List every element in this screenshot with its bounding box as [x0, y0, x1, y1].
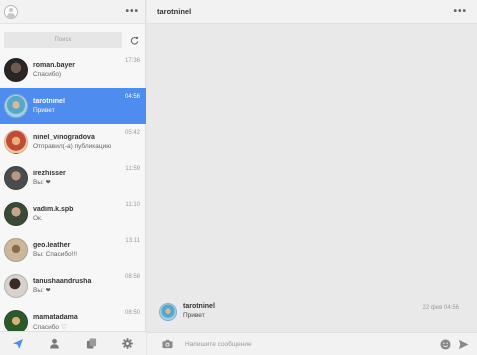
chat-name: irezhisser [33, 170, 66, 177]
bottom-nav [0, 331, 146, 355]
avatar [4, 94, 28, 118]
my-avatar[interactable] [4, 4, 18, 19]
chat-list: roman.bayer Спасибо) 17:36 tarotninel Пр… [0, 52, 146, 333]
chat-item[interactable]: vadim.k.spb Ок. 11:10 [0, 196, 146, 232]
chat-name: vadim.k.spb [33, 206, 74, 213]
chat-time: 11:59 [125, 166, 140, 172]
avatar [4, 202, 28, 226]
chat-time: 08:58 [124, 274, 140, 280]
chat-last-message: Вы: ❤ [33, 287, 140, 294]
message-area: tarotninel Привет 22 фев 04:56 [147, 24, 477, 332]
chat-item[interactable]: geo.leather Вы: Спасибо!!! 13:11 [0, 232, 146, 268]
conversation-pane: tarotninel ••• tarotninel Привет 22 фев … [147, 0, 477, 355]
chat-name: roman.bayer [33, 62, 76, 69]
chat-last-message: Вы: ❤ [33, 179, 140, 186]
heart-icon: ❤ [45, 180, 51, 186]
chat-last-message: Привет [33, 107, 55, 114]
search-row: Поиск [0, 28, 145, 52]
search-input[interactable]: Поиск [4, 32, 122, 48]
chat-item[interactable]: roman.bayer Спасибо) 17:36 [0, 52, 146, 88]
copy-icon[interactable] [84, 337, 98, 351]
profile-icon[interactable] [48, 337, 62, 351]
chat-name: tarotninel [33, 98, 65, 105]
message-time: 22 фев 04:56 [422, 305, 459, 311]
sidebar-menu-button[interactable]: ••• [125, 6, 139, 17]
send-button-icon[interactable] [457, 338, 469, 350]
sidebar-header: ••• [0, 0, 145, 24]
chat-item[interactable]: ninel_vinogradova Отправил(-а) публикаци… [0, 124, 146, 160]
conversation-title: tarotninel [157, 7, 192, 16]
chat-item-active[interactable]: tarotninel Привет 04:56 [0, 88, 146, 124]
message-text: Привет [183, 312, 205, 319]
settings-icon[interactable] [121, 337, 135, 351]
chat-time: 05:42 [124, 130, 140, 136]
chat-time: 04:56 [124, 94, 140, 100]
chat-last-message: Спасибо ♡ [33, 323, 140, 331]
avatar [159, 303, 177, 321]
avatar [4, 310, 28, 333]
chat-last-message: Спасибо) [33, 71, 62, 78]
send-icon[interactable] [11, 337, 25, 351]
chat-time: 13:11 [125, 238, 140, 244]
chat-name: geo.leather [33, 242, 71, 249]
message-prefix: Вы: [33, 287, 44, 294]
chat-last-message: Ок. [33, 215, 43, 222]
message-prefix: Вы: [33, 179, 44, 186]
message: tarotninel Привет 22 фев 04:56 [159, 303, 465, 321]
chat-last-message: Вы: Спасибо!!! [33, 251, 78, 258]
heart-icon: ❤ [45, 288, 51, 294]
heart-outline-icon: ♡ [60, 323, 68, 331]
message-composer: Напишите сообщение [147, 332, 477, 355]
chat-item[interactable]: irezhisser Вы: ❤ 11:59 [0, 160, 146, 196]
camera-icon[interactable] [161, 338, 173, 350]
chat-name: ninel_vinogradova [33, 134, 95, 141]
refresh-icon[interactable] [128, 33, 141, 47]
avatar [4, 130, 28, 154]
message-input[interactable]: Напишите сообщение [185, 341, 433, 348]
avatar [4, 166, 28, 190]
emoji-icon[interactable] [439, 338, 451, 350]
chat-name: mamatadama [33, 313, 78, 321]
chat-last-message: Отправил(-а) публикацию [33, 143, 112, 150]
avatar [4, 238, 28, 262]
avatar [4, 58, 28, 82]
conversation-header: tarotninel ••• [147, 0, 477, 24]
chat-time: 11:10 [125, 202, 140, 208]
chat-name: tanushaandrusha [33, 278, 92, 285]
chat-item[interactable]: mamatadama Спасибо ♡ 08:50 [0, 304, 146, 333]
chat-sidebar: ••• Поиск roman.bayer Спасибо) 17:36 tar… [0, 0, 146, 355]
chat-time: 08:50 [124, 310, 140, 316]
avatar [4, 274, 28, 298]
chat-item[interactable]: tanushaandrusha Вы: ❤ 08:58 [0, 268, 146, 304]
message-author: tarotninel [183, 303, 215, 310]
conversation-menu-button[interactable]: ••• [453, 6, 467, 17]
chat-time: 17:36 [124, 58, 140, 64]
message-prefix: Спасибо [33, 323, 60, 331]
